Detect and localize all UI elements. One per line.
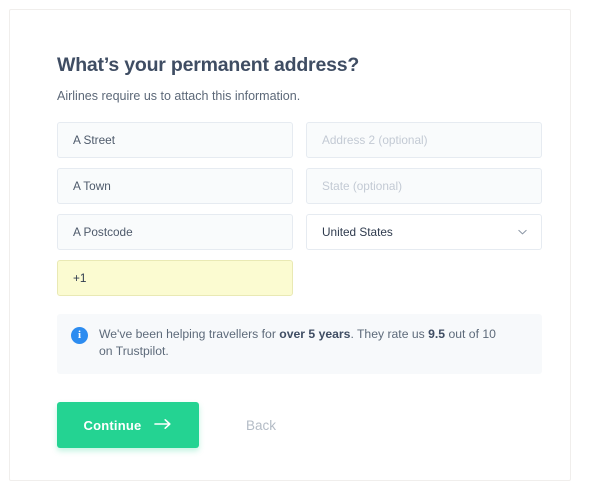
phone-input[interactable]: +1 — [57, 259, 293, 296]
country-select-value: United States — [322, 224, 393, 239]
continue-button[interactable]: Continue — [57, 402, 199, 449]
form-card-content: What’s your permanent address? Airlines … — [57, 54, 542, 449]
country-select[interactable]: United States — [306, 213, 542, 250]
chevron-down-icon — [517, 226, 528, 237]
address-form-page: What’s your permanent address? Airlines … — [0, 0, 600, 500]
address2-input-placeholder: Address 2 (optional) — [322, 132, 428, 147]
form-actions: Continue Back — [57, 402, 542, 449]
page-subtitle: Airlines require us to attach this infor… — [57, 89, 301, 104]
phone-input-value: +1 — [73, 270, 87, 285]
postcode-input-value: A Postcode — [73, 224, 133, 239]
address-form-grid: A Street Address 2 (optional) A Town Sta… — [57, 121, 542, 296]
postcode-input[interactable]: A Postcode — [57, 213, 293, 250]
banner-text-part-1: We've been helping travellers for — [99, 326, 280, 341]
state-input-placeholder: State (optional) — [322, 178, 403, 193]
page-title: What’s your permanent address? — [57, 54, 360, 76]
trust-info-banner: i We've been helping travellers for over… — [57, 313, 542, 375]
state-input[interactable]: State (optional) — [306, 167, 542, 204]
trust-info-text: We've been helping travellers for over 5… — [99, 326, 499, 361]
street-input[interactable]: A Street — [57, 121, 293, 158]
address2-input[interactable]: Address 2 (optional) — [306, 121, 542, 158]
back-button[interactable]: Back — [246, 418, 276, 433]
street-input-value: A Street — [73, 132, 115, 147]
form-card: What’s your permanent address? Airlines … — [9, 9, 571, 481]
town-input-value: A Town — [73, 178, 111, 193]
arrow-right-icon — [154, 418, 172, 433]
continue-button-label: Continue — [83, 417, 142, 433]
info-icon: i — [71, 326, 88, 344]
banner-years-value: over 5 years — [279, 326, 351, 341]
banner-text-part-2: . They rate us — [350, 326, 429, 341]
town-input[interactable]: A Town — [57, 167, 293, 204]
banner-rating-value: 9.5 — [428, 326, 446, 341]
